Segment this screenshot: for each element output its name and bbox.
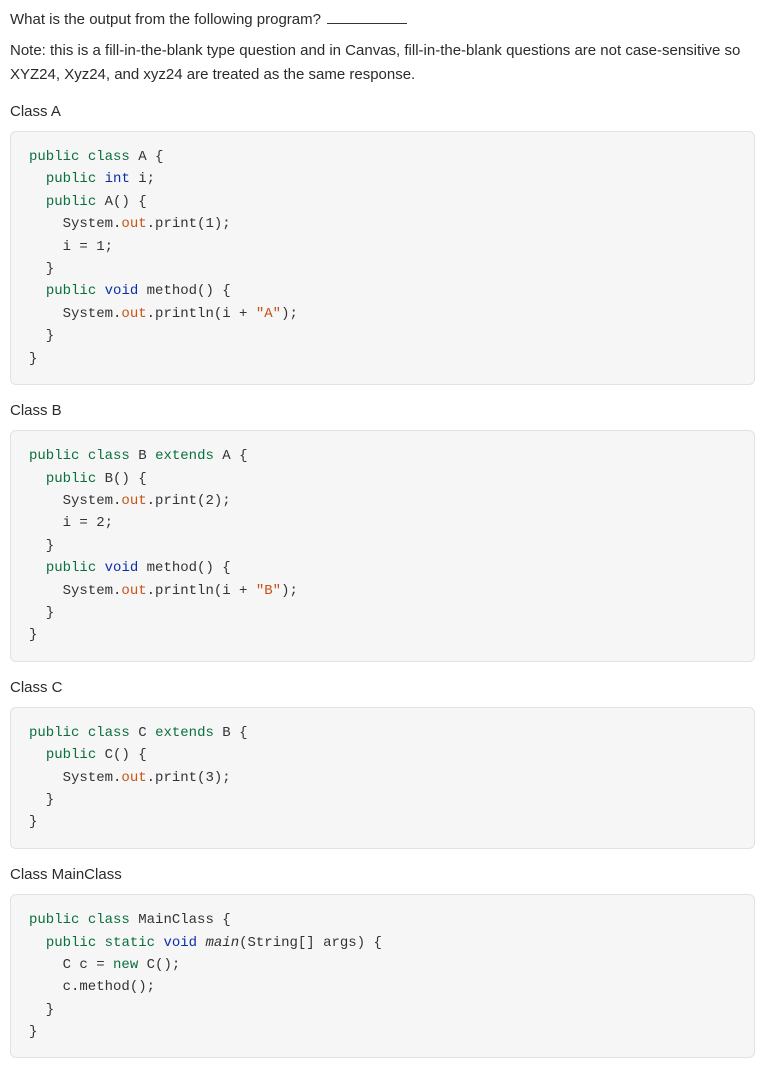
code-block: public class C extends B { public C() { … <box>10 707 755 849</box>
code-block: public class A { public int i; public A(… <box>10 131 755 385</box>
code-sections: Class A public class A { public int i; pu… <box>10 100 755 1059</box>
class-label: Class A <box>10 100 755 123</box>
class-label: Class B <box>10 399 755 422</box>
question-text: What is the output from the following pr… <box>10 11 321 28</box>
question-prompt-line: What is the output from the following pr… <box>10 8 755 31</box>
class-label: Class C <box>10 676 755 699</box>
code-block: public class B extends A { public B() { … <box>10 430 755 662</box>
code-block: public class MainClass { public static v… <box>10 894 755 1058</box>
answer-blank[interactable] <box>327 8 407 24</box>
class-label: Class MainClass <box>10 863 755 886</box>
case-sensitivity-note: Note: this is a fill-in-the-blank type q… <box>10 39 755 86</box>
